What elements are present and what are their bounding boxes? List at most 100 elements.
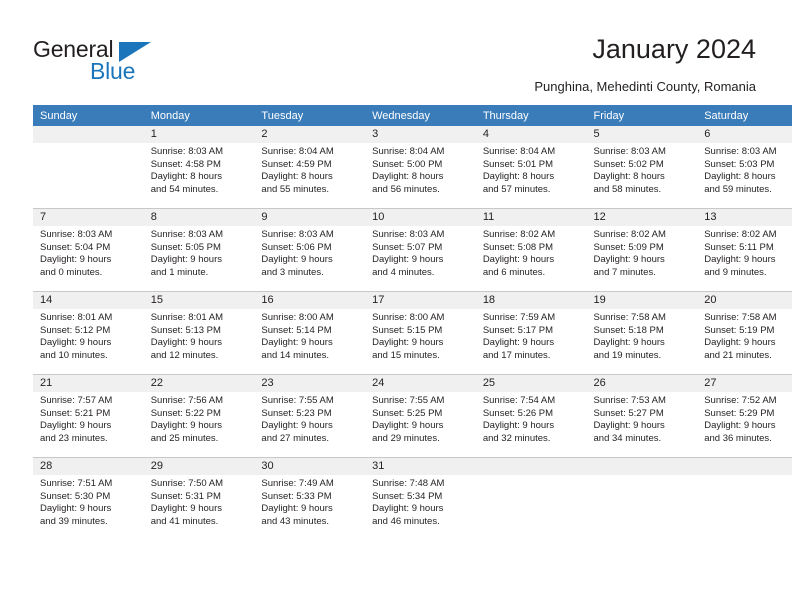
calendar-day-cell[interactable]: 4 Sunrise: 8:04 AM Sunset: 5:01 PM Daylight…: [475, 126, 587, 209]
calendar-day-cell[interactable]: [475, 457, 587, 540]
day-info-daylight1: Daylight: 9 hours: [261, 420, 333, 432]
day-number: 11: [475, 209, 587, 226]
calendar-day-cell[interactable]: 2 Sunrise: 8:04 AM Sunset: 4:59 PM Daylight…: [254, 126, 366, 209]
day-sun-info: Sunrise: 7:57 AM Sunset: 5:21 PM Daylight:…: [33, 392, 144, 445]
day-number: 4: [475, 126, 587, 143]
generalblue-logo: General Blue: [33, 36, 213, 84]
day-info-sunrise: Sunrise: 8:04 AM: [261, 146, 334, 157]
day-info-daylight1: Daylight: 8 hours: [593, 171, 665, 183]
day-sun-info: Sunrise: 7:49 AM Sunset: 5:33 PM Daylight:…: [254, 475, 365, 528]
day-info-daylight1: Daylight: 9 hours: [40, 337, 112, 349]
day-number: 27: [697, 375, 792, 392]
calendar-day-cell[interactable]: 30 Sunrise: 7:49 AM Sunset: 5:33 PM Dayligh…: [254, 457, 366, 540]
calendar-day-cell[interactable]: 22 Sunrise: 7:56 AM Sunset: 5:22 PM Dayligh…: [143, 374, 255, 458]
day-info-sunset: Sunset: 5:30 PM: [40, 490, 111, 502]
calendar-day-cell[interactable]: 20 Sunrise: 7:58 AM Sunset: 5:19 PM Dayligh…: [697, 291, 792, 375]
calendar-day-cell[interactable]: 27 Sunrise: 7:52 AM Sunset: 5:29 PM Dayligh…: [697, 374, 792, 458]
day-info-sunrise: Sunrise: 8:01 AM: [40, 312, 113, 323]
calendar-day-cell[interactable]: 31 Sunrise: 7:48 AM Sunset: 5:34 PM Dayligh…: [365, 457, 476, 540]
day-sun-info: Sunrise: 8:04 AM Sunset: 5:01 PM Daylight:…: [476, 143, 587, 196]
day-number: 3: [365, 126, 476, 143]
day-cell-inner: 22 Sunrise: 7:56 AM Sunset: 5:22 PM Dayligh…: [143, 375, 255, 457]
day-info-daylight1: Daylight: 9 hours: [704, 337, 776, 349]
day-info-daylight1: Daylight: 9 hours: [261, 254, 333, 266]
day-sun-info: Sunrise: 7:48 AM Sunset: 5:34 PM Daylight:…: [365, 475, 476, 528]
day-info-daylight1: Daylight: 9 hours: [593, 337, 665, 349]
calendar-day-cell[interactable]: 12 Sunrise: 8:02 AM Sunset: 5:09 PM Dayligh…: [586, 208, 698, 292]
day-info-sunset: Sunset: 5:31 PM: [150, 490, 221, 502]
day-number: 16: [254, 292, 366, 309]
day-info-sunset: Sunset: 5:33 PM: [261, 490, 332, 502]
day-info-sunset: Sunset: 5:26 PM: [482, 407, 554, 419]
calendar-table: Sunday Monday Tuesday Wednesday Thursday…: [33, 105, 792, 540]
page-title: January 2024: [592, 34, 756, 64]
day-info-sunrise: Sunrise: 8:03 AM: [593, 146, 666, 157]
calendar-day-cell[interactable]: 25 Sunrise: 7:54 AM Sunset: 5:26 PM Dayligh…: [475, 374, 587, 458]
calendar-day-cell[interactable]: [697, 457, 792, 540]
calendar-day-cell[interactable]: [33, 126, 144, 209]
calendar-day-cell[interactable]: 28 Sunrise: 7:51 AM Sunset: 5:30 PM Dayligh…: [33, 457, 144, 540]
day-info-daylight2: and 56 minutes.: [372, 183, 440, 195]
day-number: 31: [365, 458, 476, 475]
calendar-day-cell[interactable]: 18 Sunrise: 7:59 AM Sunset: 5:17 PM Dayligh…: [475, 291, 587, 375]
day-info-sunset: Sunset: 5:22 PM: [150, 407, 221, 419]
calendar-day-cell[interactable]: [586, 457, 698, 540]
day-info-sunset: Sunset: 5:01 PM: [482, 158, 554, 170]
calendar-day-cell[interactable]: 5 Sunrise: 8:03 AM Sunset: 5:02 PM Daylight…: [586, 126, 698, 209]
calendar-day-cell[interactable]: 29 Sunrise: 7:50 AM Sunset: 5:31 PM Dayligh…: [143, 457, 255, 540]
day-number: 30: [254, 458, 366, 475]
day-info-daylight1: Daylight: 9 hours: [150, 337, 222, 349]
day-info-daylight1: Daylight: 8 hours: [372, 171, 444, 183]
day-cell-inner: 18 Sunrise: 7:59 AM Sunset: 5:17 PM Dayligh…: [475, 292, 587, 374]
day-info-sunset: Sunset: 5:25 PM: [372, 407, 443, 419]
day-info-daylight1: Daylight: 9 hours: [372, 420, 444, 432]
calendar-day-cell[interactable]: 23 Sunrise: 7:55 AM Sunset: 5:23 PM Dayligh…: [254, 374, 366, 458]
calendar-day-cell[interactable]: 24 Sunrise: 7:55 AM Sunset: 5:25 PM Dayligh…: [365, 374, 476, 458]
calendar-day-cell[interactable]: 19 Sunrise: 7:58 AM Sunset: 5:18 PM Dayligh…: [586, 291, 698, 375]
calendar-day-cell[interactable]: 10 Sunrise: 8:03 AM Sunset: 5:07 PM Dayligh…: [365, 208, 476, 292]
day-sun-info: Sunrise: 7:52 AM Sunset: 5:29 PM Daylight:…: [697, 392, 792, 445]
day-info-sunset: Sunset: 5:08 PM: [482, 241, 554, 253]
day-info-sunrise: Sunrise: 8:03 AM: [150, 146, 224, 157]
day-sun-info: Sunrise: 8:03 AM Sunset: 5:06 PM Daylight:…: [254, 226, 365, 279]
calendar-day-cell[interactable]: 15 Sunrise: 8:01 AM Sunset: 5:13 PM Dayligh…: [143, 291, 255, 375]
day-number: 23: [254, 375, 366, 392]
day-info-sunset: Sunset: 5:06 PM: [261, 241, 332, 253]
day-info-daylight1: Daylight: 9 hours: [261, 337, 333, 349]
day-sun-info: Sunrise: 8:03 AM Sunset: 4:58 PM Daylight:…: [144, 143, 255, 196]
day-number: 12: [586, 209, 698, 226]
day-info-sunrise: Sunrise: 7:51 AM: [40, 478, 113, 489]
calendar-day-cell[interactable]: 17 Sunrise: 8:00 AM Sunset: 5:15 PM Dayligh…: [365, 291, 476, 375]
day-info-daylight2: and 19 minutes.: [593, 349, 662, 361]
calendar-day-cell[interactable]: 7 Sunrise: 8:03 AM Sunset: 5:04 PM Daylight…: [33, 208, 144, 292]
day-info-sunset: Sunset: 5:15 PM: [372, 324, 443, 336]
day-info-daylight2: and 43 minutes.: [261, 515, 330, 527]
day-sun-info: [587, 475, 698, 478]
day-number: 9: [254, 209, 366, 226]
day-sun-info: Sunrise: 7:59 AM Sunset: 5:17 PM Daylight:…: [476, 309, 587, 362]
day-cell-inner: 8 Sunrise: 8:03 AM Sunset: 5:05 PM Daylight…: [143, 209, 255, 291]
day-info-sunset: Sunset: 5:04 PM: [40, 241, 111, 253]
day-info-daylight2: and 9 minutes.: [704, 266, 767, 278]
day-info-sunrise: Sunrise: 7:50 AM: [150, 478, 224, 489]
calendar-day-cell[interactable]: 3 Sunrise: 8:04 AM Sunset: 5:00 PM Daylight…: [365, 126, 476, 209]
day-number: 29: [143, 458, 255, 475]
day-cell-inner: 5 Sunrise: 8:03 AM Sunset: 5:02 PM Daylight…: [586, 126, 698, 208]
calendar-day-cell[interactable]: 6 Sunrise: 8:03 AM Sunset: 5:03 PM Daylight…: [697, 126, 792, 209]
day-info-sunset: Sunset: 5:23 PM: [261, 407, 332, 419]
calendar-day-cell[interactable]: 13 Sunrise: 8:02 AM Sunset: 5:11 PM Dayligh…: [697, 208, 792, 292]
calendar-day-cell[interactable]: 1 Sunrise: 8:03 AM Sunset: 4:58 PM Daylight…: [143, 126, 255, 209]
calendar-day-cell[interactable]: 9 Sunrise: 8:03 AM Sunset: 5:06 PM Daylight…: [254, 208, 366, 292]
day-cell-inner: 24 Sunrise: 7:55 AM Sunset: 5:25 PM Dayligh…: [365, 375, 476, 457]
calendar-day-cell[interactable]: 16 Sunrise: 8:00 AM Sunset: 5:14 PM Dayligh…: [254, 291, 366, 375]
calendar-day-cell[interactable]: 21 Sunrise: 7:57 AM Sunset: 5:21 PM Dayligh…: [33, 374, 144, 458]
calendar-day-cell[interactable]: 26 Sunrise: 7:53 AM Sunset: 5:27 PM Dayligh…: [586, 374, 698, 458]
day-number: 22: [143, 375, 255, 392]
weekday-header-thursday: Thursday: [475, 105, 587, 126]
calendar-day-cell[interactable]: 11 Sunrise: 8:02 AM Sunset: 5:08 PM Dayligh…: [475, 208, 587, 292]
day-sun-info: Sunrise: 8:03 AM Sunset: 5:03 PM Daylight:…: [697, 143, 792, 196]
day-info-daylight2: and 54 minutes.: [150, 183, 219, 195]
day-sun-info: Sunrise: 8:03 AM Sunset: 5:05 PM Daylight:…: [144, 226, 255, 279]
calendar-day-cell[interactable]: 8 Sunrise: 8:03 AM Sunset: 5:05 PM Daylight…: [143, 208, 255, 292]
calendar-day-cell[interactable]: 14 Sunrise: 8:01 AM Sunset: 5:12 PM Dayligh…: [33, 291, 144, 375]
